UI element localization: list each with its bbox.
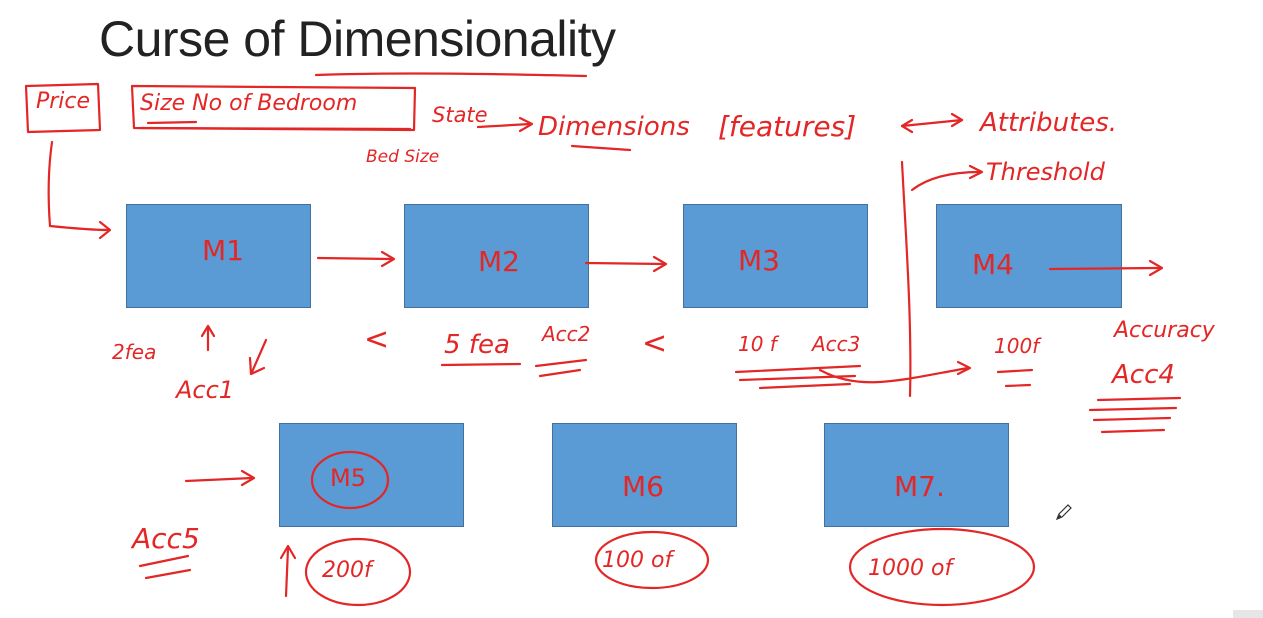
- model-label-m4: M4: [972, 248, 1014, 281]
- annotation-size-bedroom: Size No of Bedroom: [140, 91, 358, 116]
- annotation-attributes: Attributes.: [980, 108, 1118, 138]
- annotation-2fea: 2fea: [112, 340, 157, 364]
- annotation-acc5: Acc5: [132, 522, 200, 555]
- annotation-accuracy: Accuracy: [1114, 318, 1215, 343]
- annotation-acc3: Acc3: [812, 332, 861, 356]
- annotation-10f: 10 f: [738, 332, 777, 356]
- model-label-m3: M3: [738, 244, 780, 277]
- model-label-m6: M6: [622, 470, 664, 503]
- annotation-1000of: 1000 of: [868, 556, 953, 581]
- model-label-m2: M2: [478, 245, 520, 278]
- annotation-100of-m6: 100 of: [602, 548, 673, 573]
- annotation-5fea: 5 fea: [444, 330, 510, 360]
- annotation-state: State: [432, 103, 488, 127]
- annotation-lt-1: <: [364, 322, 390, 357]
- annotation-acc4: Acc4: [1112, 360, 1175, 390]
- annotation-lt-2: <: [642, 326, 668, 361]
- annotation-200f: 200f: [322, 558, 372, 583]
- model-label-m1: M1: [202, 234, 244, 267]
- annotation-acc1: Acc1: [176, 376, 235, 404]
- annotation-threshold: Threshold: [986, 158, 1105, 186]
- annotation-acc2: Acc2: [542, 322, 591, 346]
- model-label-m5: M5: [330, 464, 366, 492]
- model-label-m7: M7.: [894, 470, 945, 503]
- annotation-bed-size: Bed Size: [366, 147, 440, 167]
- annotation-price: Price: [36, 89, 91, 114]
- annotation-100f-m4: 100f: [994, 334, 1040, 358]
- corner-overlay: [1233, 610, 1263, 618]
- annotation-dimensions: Dimensions: [538, 112, 690, 142]
- annotation-features: [features]: [718, 110, 857, 143]
- pen-cursor-icon: [1054, 502, 1074, 527]
